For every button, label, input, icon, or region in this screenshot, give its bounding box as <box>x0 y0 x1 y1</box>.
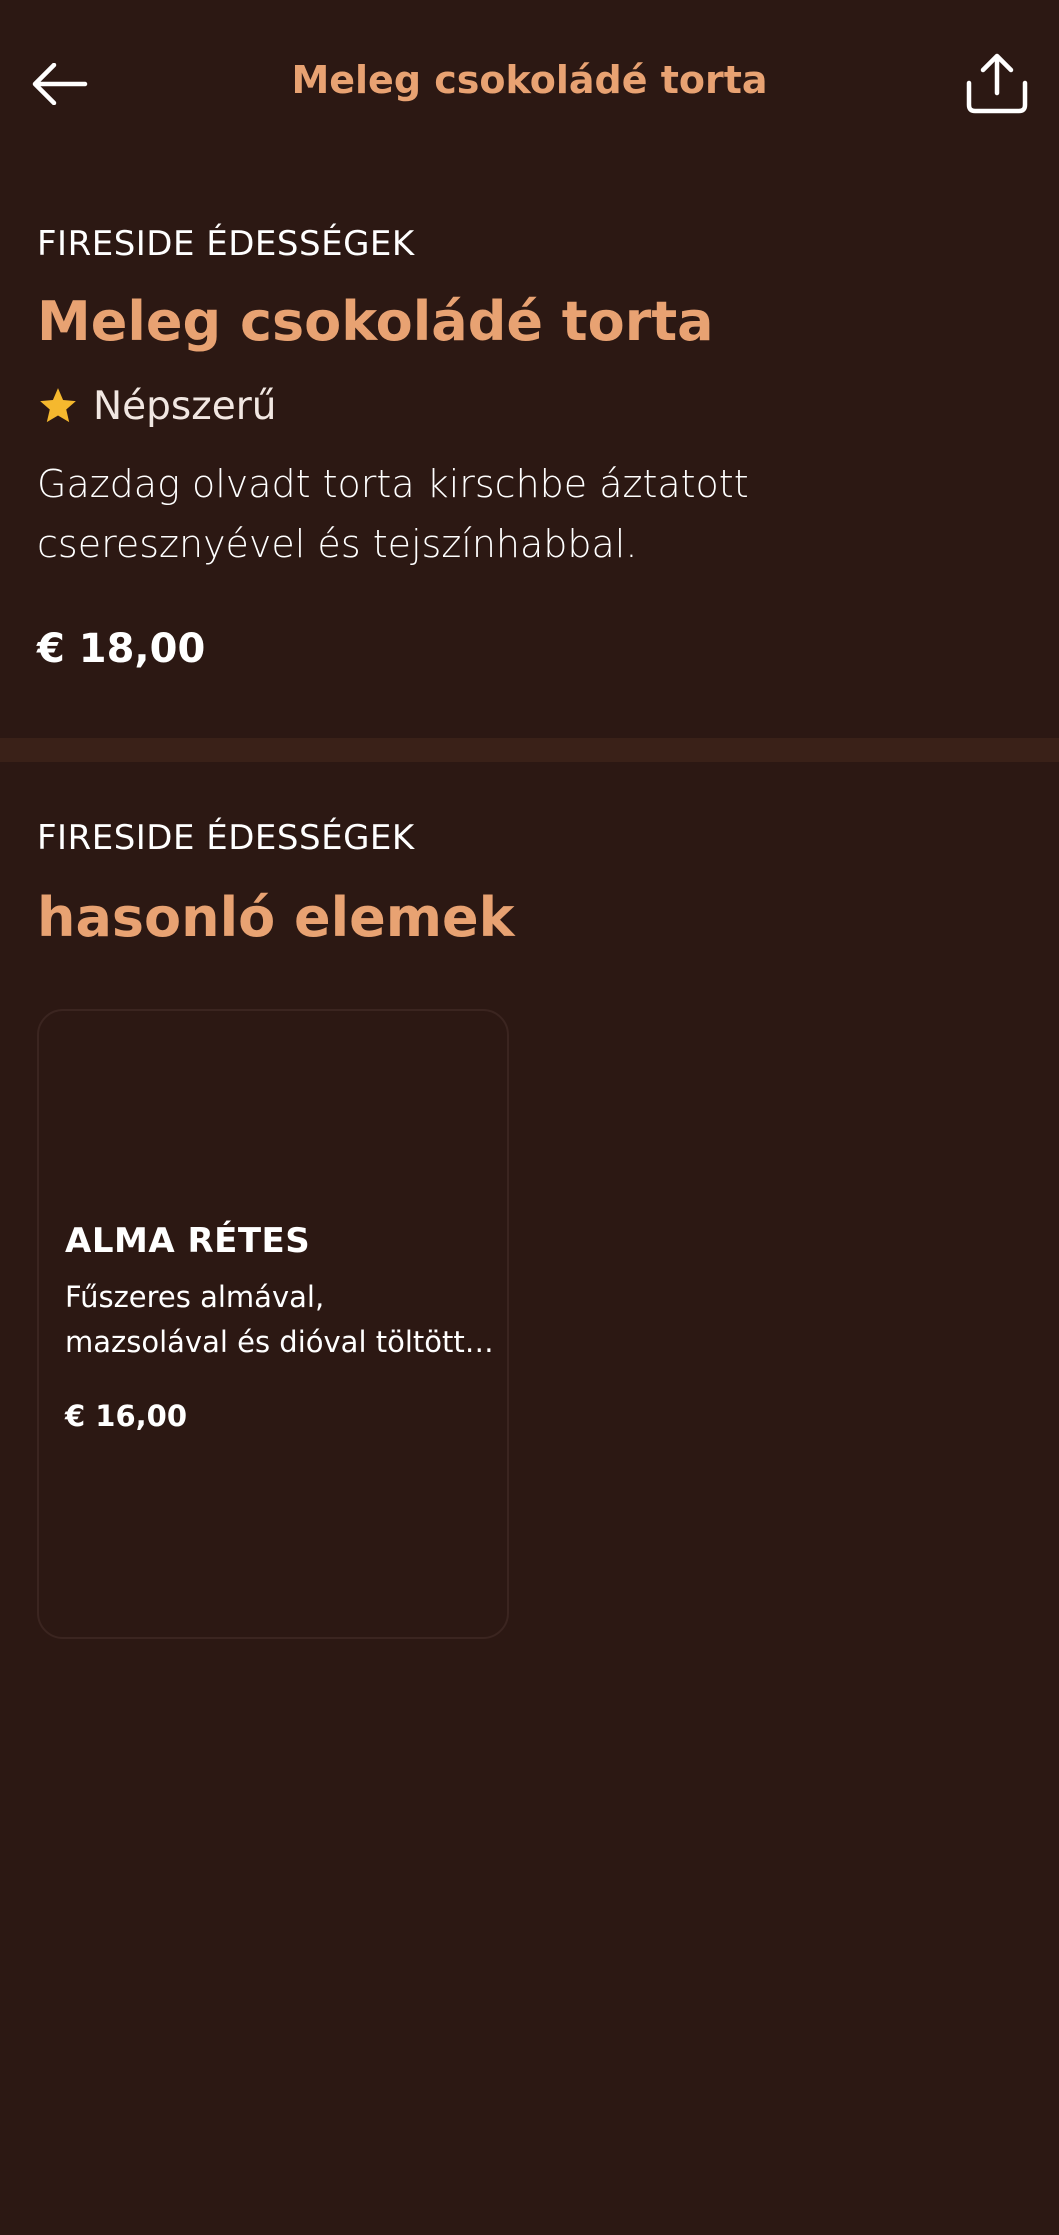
similar-category: FIRESIDE ÉDESSÉGEK <box>37 818 415 858</box>
item-category: FIRESIDE ÉDESSÉGEK <box>37 224 415 264</box>
back-button[interactable] <box>30 48 110 120</box>
section-divider <box>0 738 1059 762</box>
badge-label: Népszerű <box>93 383 277 429</box>
similar-item-card[interactable]: ALMA RÉTES Fűszeres almával, mazsolával … <box>37 1009 509 1639</box>
star-icon <box>40 388 76 423</box>
similar-item-price: € 16,00 <box>65 1399 188 1433</box>
similar-item-name: ALMA RÉTES <box>65 1221 311 1261</box>
header-title: Meleg csokoládé torta <box>291 58 768 102</box>
item-name: Meleg csokoládé torta <box>37 290 714 353</box>
item-detail: FIRESIDE ÉDESSÉGEK Meleg csokoládé torta… <box>37 222 1017 672</box>
similar-heading: hasonló elemek <box>37 886 515 949</box>
share-button[interactable] <box>949 44 1029 124</box>
top-app-bar: Meleg csokoládé torta <box>0 0 1059 170</box>
similar-item-description: Fűszeres almával, mazsolával és dióval t… <box>65 1280 465 1359</box>
popular-badge: Népszerű <box>37 380 1017 432</box>
share-icon <box>966 53 1028 114</box>
arrow-left-icon <box>32 63 88 105</box>
similar-items-section: FIRESIDE ÉDESSÉGEK hasonló elemek <box>37 816 1017 950</box>
item-price: € 18,00 <box>37 626 206 672</box>
item-description: Gazdag olvadt torta kirschbe áztatott cs… <box>37 462 749 566</box>
